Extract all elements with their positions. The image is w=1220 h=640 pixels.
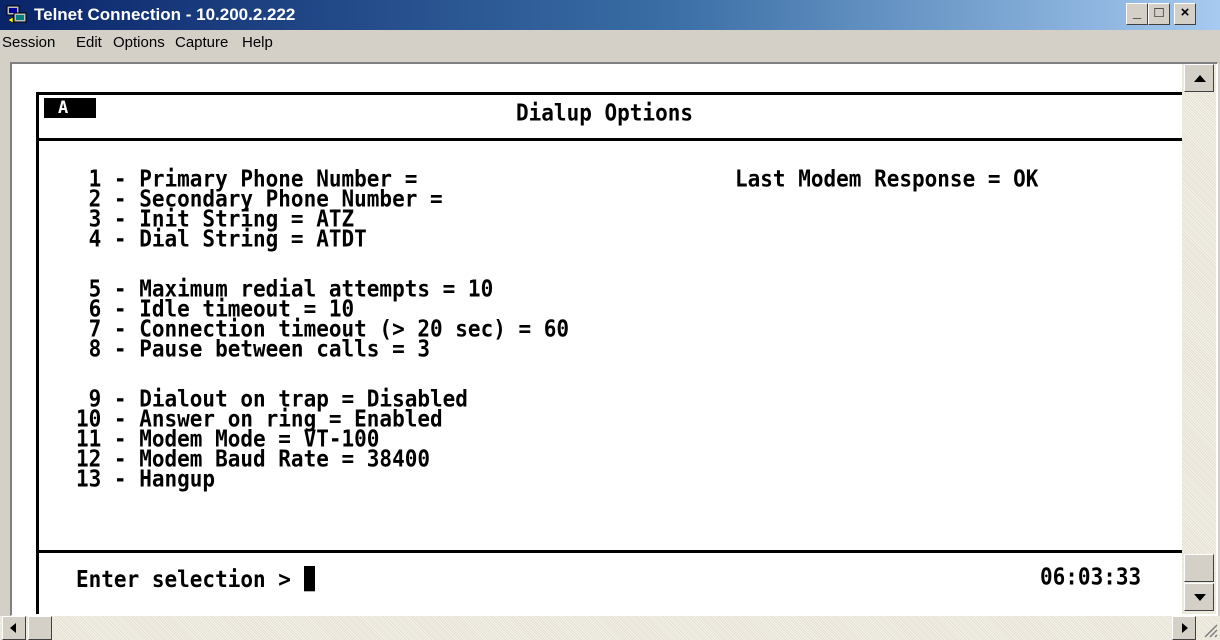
footer-divider: [36, 550, 1182, 553]
maximize-button[interactable]: □: [1148, 3, 1170, 25]
telnet-app-icon: [6, 5, 27, 24]
menu-session[interactable]: Session: [2, 34, 55, 51]
scroll-up-button[interactable]: [1184, 64, 1214, 92]
scroll-thumb[interactable]: [1184, 554, 1214, 582]
option-13: 13 - Hangup: [76, 465, 216, 493]
minimize-button[interactable]: _: [1126, 3, 1148, 25]
clock: 06:03:33: [1040, 563, 1142, 591]
box-top-border: [36, 92, 1182, 95]
menu-edit[interactable]: Edit: [76, 34, 102, 51]
menu-options[interactable]: Options: [113, 34, 165, 51]
box-left-border: [36, 92, 39, 614]
close-icon: ×: [1180, 4, 1190, 21]
minimize-icon: _: [1132, 4, 1142, 21]
arrow-right-icon: [1182, 623, 1188, 633]
menu-help[interactable]: Help: [242, 34, 273, 51]
text-cursor: [303, 566, 315, 592]
last-modem-response: Last Modem Response = OK: [735, 165, 1039, 193]
window-title: Telnet Connection - 10.200.2.222: [34, 5, 296, 24]
prompt-label: Enter selection >: [76, 566, 304, 593]
arrow-left-icon: [10, 623, 16, 633]
screen-title: Dialup Options: [516, 99, 694, 127]
option-4: 4 - Dial String = ATDT: [76, 225, 367, 253]
menu-capture[interactable]: Capture: [175, 34, 228, 51]
arrow-down-icon: [1194, 594, 1206, 601]
selection-prompt: Enter selection >: [76, 566, 315, 593]
horizontal-scroll-thumb[interactable]: [28, 616, 52, 640]
close-button[interactable]: ×: [1174, 3, 1196, 25]
terminal-screen[interactable]: A Dialup Options 1 - Primary Phone Numbe…: [12, 64, 1182, 614]
arrow-up-icon: [1194, 75, 1206, 82]
horizontal-scrollbar[interactable]: [0, 616, 1220, 640]
session-badge: A: [44, 98, 96, 118]
scroll-left-button[interactable]: [2, 616, 26, 640]
terminal-frame: A Dialup Options 1 - Primary Phone Numbe…: [10, 62, 1218, 616]
vertical-scrollbar[interactable]: [1182, 64, 1216, 614]
scroll-right-button[interactable]: [1172, 616, 1196, 640]
header-divider: [36, 138, 1182, 141]
title-bar[interactable]: Telnet Connection - 10.200.2.222 _ □ ×: [0, 0, 1220, 30]
resize-grip-icon[interactable]: [1200, 620, 1218, 638]
maximize-icon: □: [1154, 4, 1164, 21]
telnet-window: Telnet Connection - 10.200.2.222 _ □ × S…: [0, 0, 1220, 640]
menu-bar: Session Edit Options Capture Help: [0, 30, 1220, 56]
option-8: 8 - Pause between calls = 3: [76, 335, 431, 363]
scroll-down-button[interactable]: [1184, 583, 1214, 611]
